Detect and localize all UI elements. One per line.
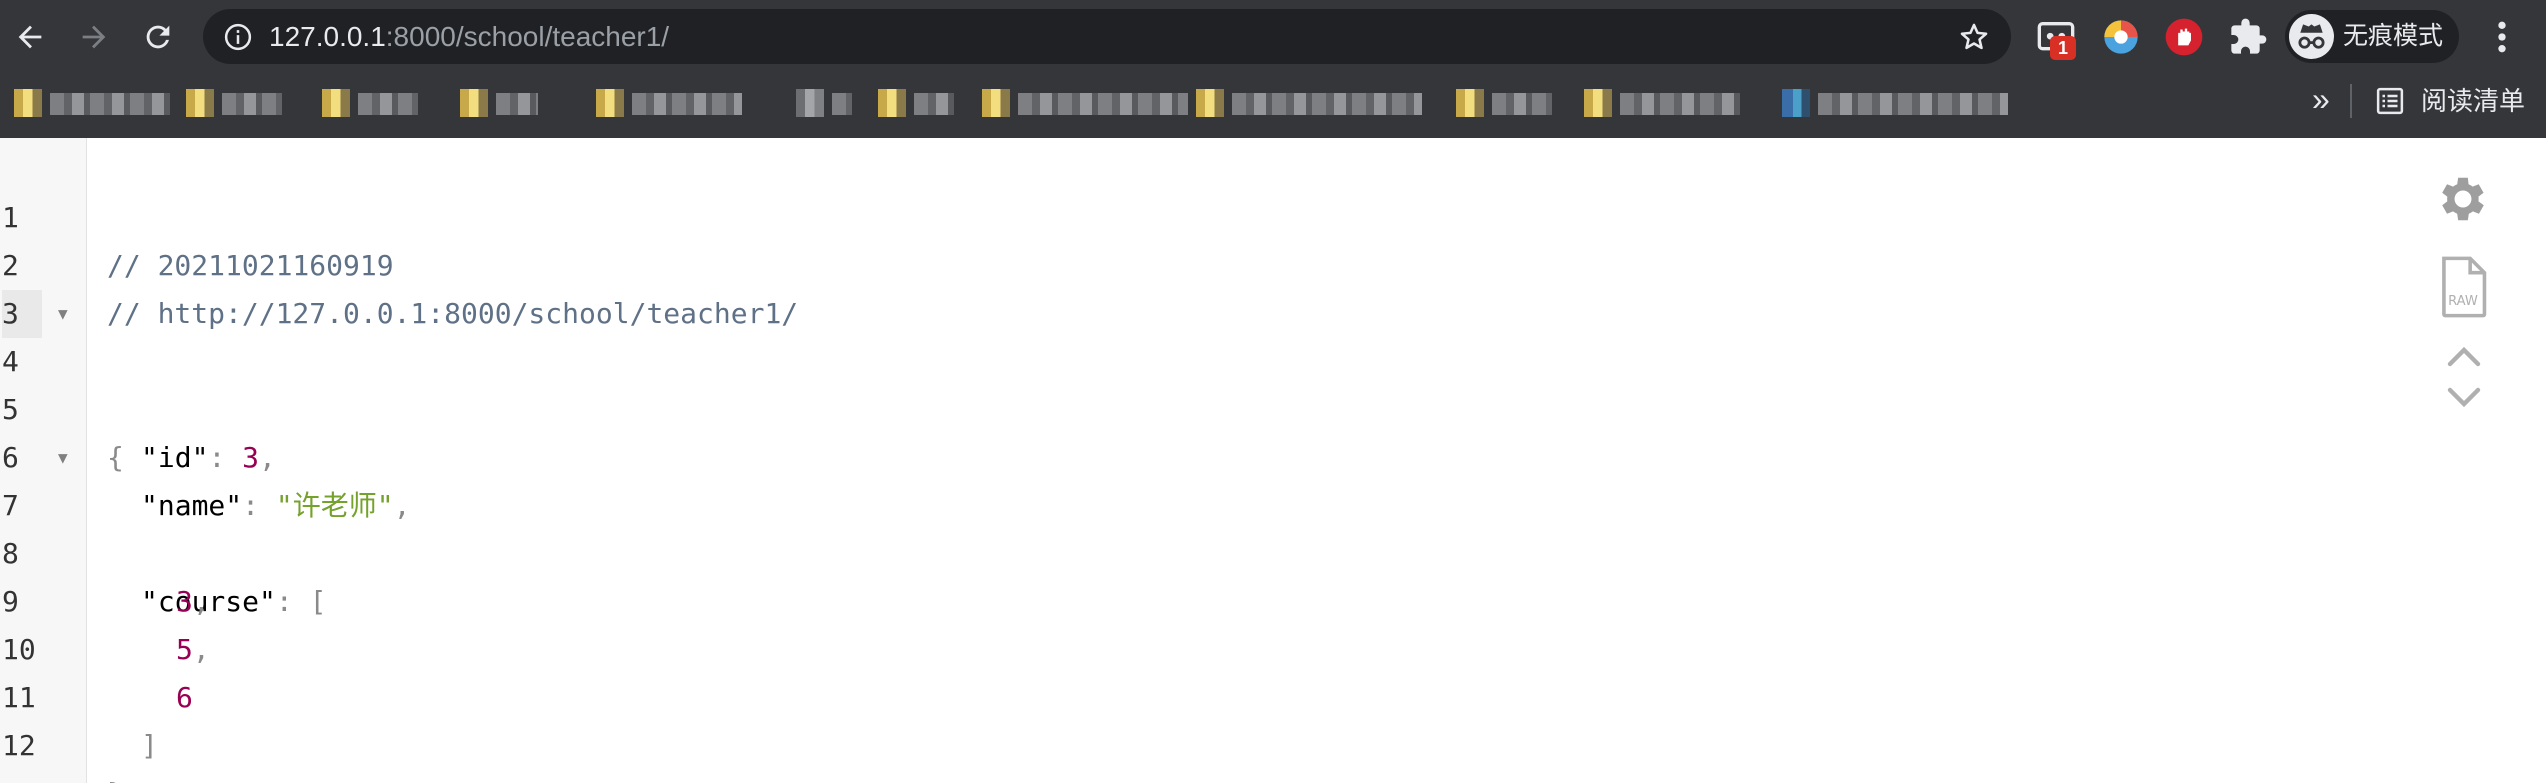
reload-icon [146, 25, 170, 49]
bookmark-favicon-icon [322, 89, 350, 117]
line-number: 12 [2, 729, 36, 762]
reading-list-button[interactable]: 阅读清单 [2421, 78, 2525, 124]
code-line: 7 ▼ "course": [ [0, 434, 2546, 618]
raw-label: RAW [2448, 294, 2478, 309]
reading-list-icon[interactable] [2375, 86, 2405, 116]
url-path: :8000/school/teacher1/ [385, 21, 670, 52]
extension-badge: 1 [2050, 36, 2076, 60]
bookmark-favicon-icon [596, 89, 624, 117]
fold-toggle-icon[interactable]: ▼ [58, 290, 68, 338]
bookmark-favicon-icon [186, 89, 214, 117]
code-line: 3 [0, 242, 42, 338]
browser-toolbar: 127.0.0.1:8000/school/teacher1/ 1 无痕模式 [0, 0, 2546, 73]
url-host: 127.0.0.1 [269, 21, 386, 52]
code-line: 9 5, [0, 530, 2546, 666]
bookmark-favicon-icon [1782, 89, 1810, 117]
address-bar[interactable]: 127.0.0.1:8000/school/teacher1/ [203, 9, 2011, 64]
raw-file-icon[interactable]: RAW [2438, 256, 2488, 318]
incognito-avatar [2289, 14, 2334, 59]
code-line: 1 // 20211021160919 [0, 146, 2546, 282]
url-text[interactable]: 127.0.0.1:8000/school/teacher1/ [269, 9, 669, 64]
arrow-right-icon [82, 25, 106, 49]
code-line: 6 "name": "许老师", [0, 386, 2546, 522]
hand-stop-icon[interactable] [2164, 17, 2204, 57]
bookmark-favicon-icon [1196, 89, 1224, 117]
bookmark-favicon-icon [878, 89, 906, 117]
back-button[interactable] [4, 11, 56, 63]
bookmark-favicon-icon [1456, 89, 1484, 117]
arrow-left-icon [18, 25, 42, 49]
forward-button[interactable] [68, 11, 120, 63]
array-close-bracket: ] [141, 729, 158, 762]
puzzle-icon[interactable] [2228, 17, 2268, 57]
kebab-menu-icon[interactable] [2487, 17, 2517, 57]
incognito-icon [2298, 24, 2325, 49]
incognito-label: 无痕模式 [2343, 22, 2444, 50]
code-line: 11 ] [0, 626, 2546, 762]
timestamp-comment: // 20211021160919 [107, 249, 394, 282]
bookmarks-overflow-button[interactable]: » [2312, 78, 2330, 120]
star-icon[interactable] [1957, 20, 1991, 54]
code-line: 10 6 [0, 578, 2546, 714]
fold-toggle-icon[interactable]: ▼ [58, 434, 68, 482]
code-line: 8 3, [0, 482, 2546, 618]
incognito-profile-button[interactable]: 无痕模式 [2285, 10, 2459, 63]
gear-icon[interactable] [2434, 170, 2492, 228]
chevron-down-icon[interactable] [2446, 386, 2482, 408]
bookmark-favicon-icon [982, 89, 1010, 117]
code-line: 5 "id": 3, [0, 338, 2546, 474]
reload-button[interactable] [132, 11, 184, 63]
chevron-up-icon[interactable] [2446, 346, 2482, 368]
code-line: 4 ▼ { [0, 290, 2546, 474]
bookmarks-divider [2350, 84, 2352, 118]
bookmark-favicon-icon [1584, 89, 1612, 117]
bookmark-favicon-icon [796, 89, 824, 117]
colorful-extension-icon[interactable] [2101, 17, 2141, 57]
bookmark-favicon-icon [460, 89, 488, 117]
code-line: 2 // http://127.0.0.1:8000/school/teache… [0, 194, 2546, 330]
bookmark-favicon-icon [14, 89, 42, 117]
code-line: 12 } [0, 674, 2546, 783]
bookmarks-bar [0, 73, 2546, 138]
info-icon[interactable] [223, 22, 253, 52]
object-close-brace: } [107, 770, 124, 783]
